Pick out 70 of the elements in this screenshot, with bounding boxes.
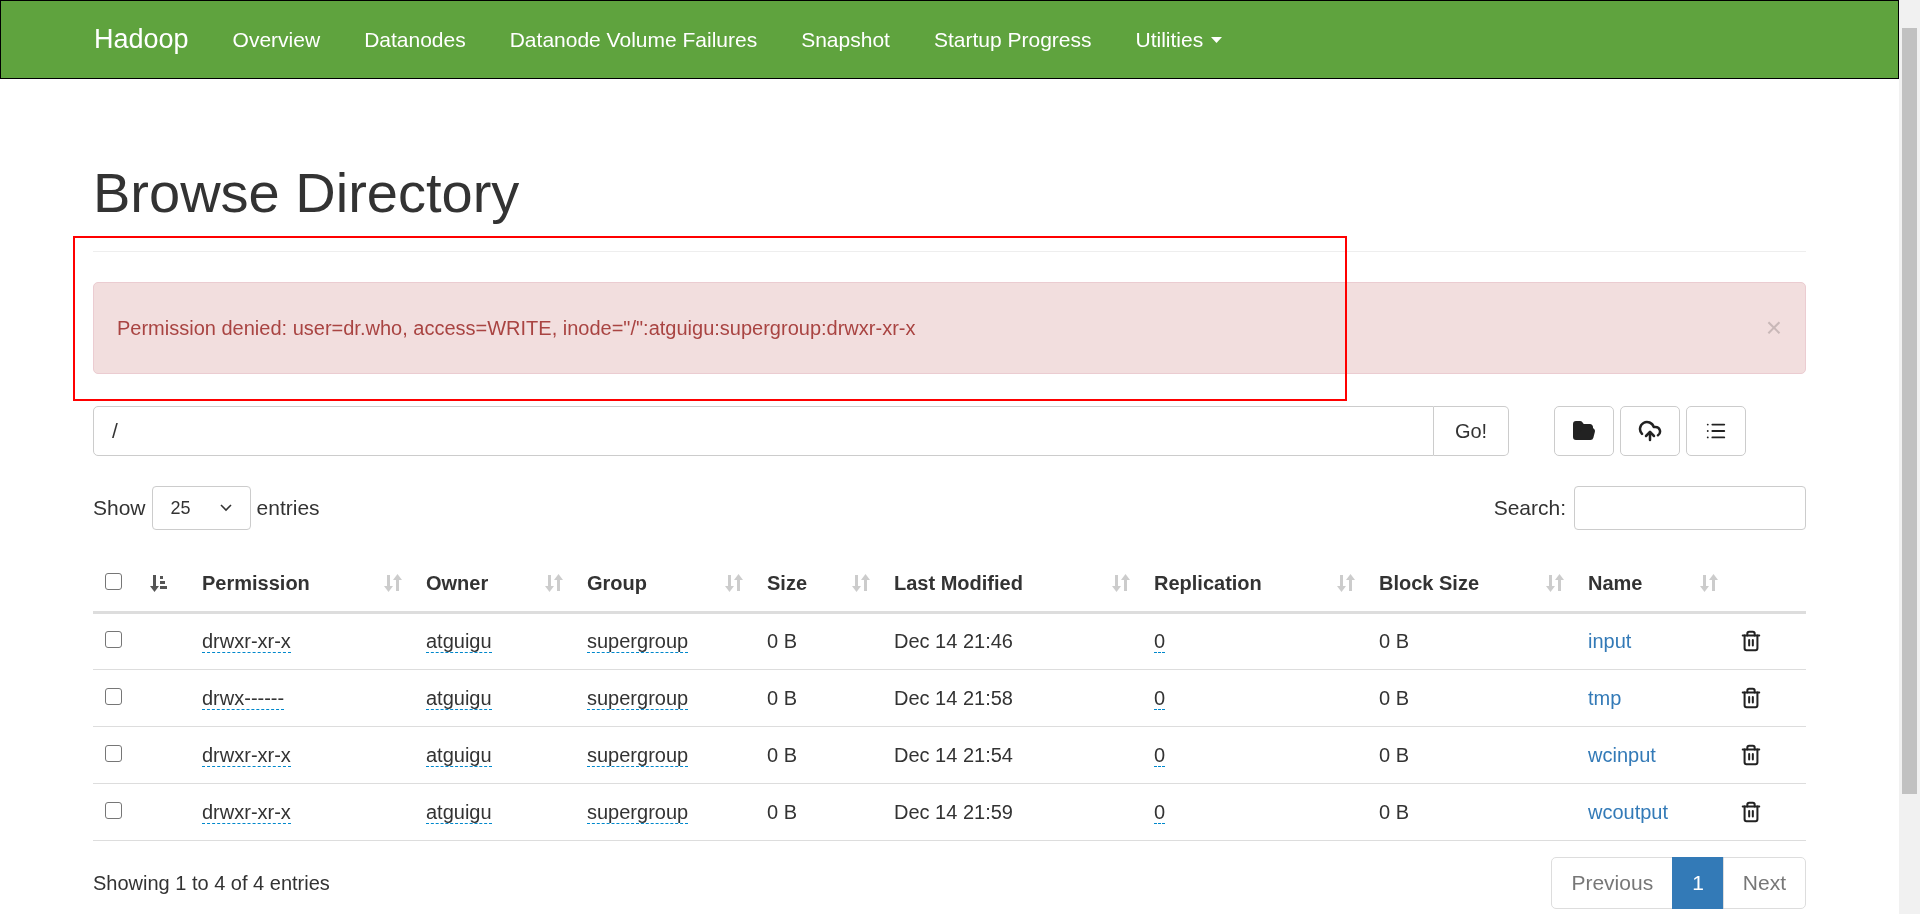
delete-icon[interactable] <box>1740 743 1762 766</box>
page-button[interactable]: 1 <box>1672 856 1724 909</box>
sort-icon[interactable] <box>150 573 168 594</box>
editable-cell[interactable]: drwx------ <box>202 686 285 710</box>
checkbox[interactable] <box>105 744 122 762</box>
column-header[interactable]: Group <box>587 568 647 599</box>
file-link[interactable]: input <box>1588 630 1632 652</box>
column-header[interactable]: Name <box>1588 568 1643 599</box>
editable-cell[interactable]: supergroup <box>587 743 689 767</box>
search-label: Search: <box>1493 495 1566 522</box>
table-cell: 0 B <box>767 686 798 709</box>
list-button[interactable] <box>1686 406 1746 456</box>
table-cell: 0 B <box>767 743 798 766</box>
column-header[interactable]: Permission <box>202 568 310 599</box>
table-cell: 0 B <box>1379 743 1410 766</box>
table-cell: 0 B <box>767 800 798 823</box>
path-field[interactable]: / <box>93 406 1434 456</box>
table-cell: Dec 14 21:58 <box>894 686 1013 709</box>
editable-cell[interactable]: drwxr-xr-x <box>202 630 291 653</box>
editable-cell[interactable]: drwxr-xr-x <box>202 800 291 824</box>
editable-cell[interactable]: supergroup <box>587 630 689 653</box>
alert-message: Permission denied: user=dr.who, access=WRITE, inode="/":atguigu:supergroup:drwxr-xr-x <box>117 316 916 341</box>
table-cell: Dec 14 21:59 <box>894 800 1013 823</box>
editable-cell[interactable]: drwxr-xr-x <box>202 743 291 767</box>
caret-icon <box>1211 36 1223 43</box>
column-header[interactable]: Size <box>767 568 808 599</box>
column-header[interactable]: Block Size <box>1379 568 1480 599</box>
editable-cell[interactable]: atguigu <box>426 686 492 710</box>
delete-icon[interactable] <box>1740 630 1762 652</box>
editable-cell[interactable]: 0 <box>1154 800 1166 824</box>
table-cell: Dec 14 21:46 <box>894 630 1013 652</box>
table-cell: 0 B <box>1379 800 1410 823</box>
go-button[interactable]: Go! <box>1434 406 1509 456</box>
entries-label: entries <box>256 495 320 522</box>
search-field[interactable] <box>1574 486 1806 530</box>
cloud-upload-icon <box>1638 419 1662 443</box>
page-button[interactable]: Previous <box>1551 856 1674 909</box>
editable-cell[interactable]: 0 <box>1154 686 1166 710</box>
editable-cell[interactable]: supergroup <box>587 686 689 710</box>
folder-button[interactable] <box>1554 406 1614 456</box>
editable-cell[interactable]: atguigu <box>426 800 492 824</box>
table-info: Showing 1 to 4 of 4 entries <box>93 870 330 896</box>
show-label: Show <box>93 495 146 522</box>
editable-cell[interactable]: atguigu <box>426 630 492 653</box>
chevron-icon <box>219 504 232 512</box>
checkbox[interactable] <box>105 687 122 705</box>
file-link[interactable]: wcoutput <box>1588 800 1669 823</box>
column-header[interactable]: Last Modified <box>894 568 1023 599</box>
checkbox[interactable] <box>105 573 122 591</box>
column-header[interactable]: Owner <box>426 568 489 599</box>
checkbox[interactable] <box>105 631 122 648</box>
checkbox[interactable] <box>105 801 122 819</box>
editable-cell[interactable]: atguigu <box>426 743 492 767</box>
file-link[interactable]: wcinput <box>1588 743 1656 766</box>
editable-cell[interactable]: 0 <box>1154 743 1166 767</box>
table-cell: 0 B <box>1379 630 1410 652</box>
delete-icon[interactable] <box>1740 686 1762 709</box>
table-cell: Dec 14 21:54 <box>894 743 1013 766</box>
delete-icon[interactable] <box>1740 800 1762 823</box>
entries-select[interactable]: 25 <box>151 486 251 530</box>
file-link[interactable]: tmp <box>1588 686 1622 709</box>
column-header[interactable]: Replication <box>1154 568 1262 599</box>
page-button[interactable]: Next <box>1722 856 1806 909</box>
table-cell: 0 B <box>1379 686 1410 709</box>
upload-button[interactable] <box>1620 406 1680 456</box>
table-cell: 0 B <box>767 630 798 652</box>
scrollbar[interactable] <box>1899 0 1920 914</box>
folder-icon <box>1572 419 1596 443</box>
editable-cell[interactable]: 0 <box>1154 630 1166 653</box>
editable-cell[interactable]: supergroup <box>587 800 689 824</box>
